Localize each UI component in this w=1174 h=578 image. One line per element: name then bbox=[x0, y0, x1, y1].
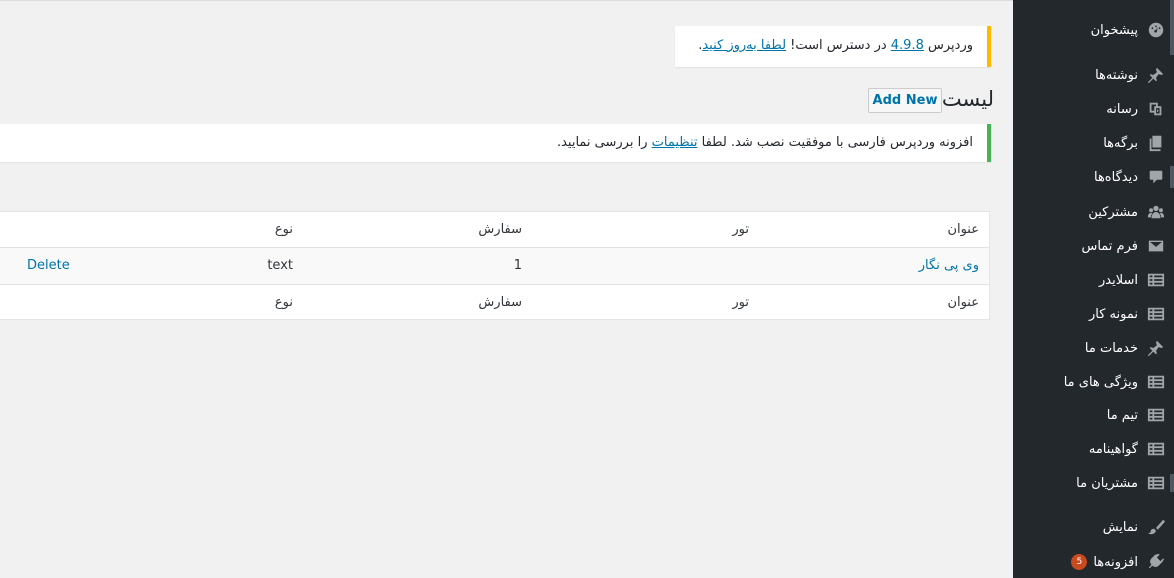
column-footer-title[interactable]: عنوان bbox=[947, 285, 979, 321]
table-row: وی پی نگار 1 text Delete bbox=[0, 248, 989, 284]
dashboard-icon bbox=[1138, 13, 1174, 47]
pin-icon bbox=[1138, 58, 1174, 92]
success-notice-suffix: را بررسی نمایید. bbox=[556, 135, 652, 150]
row-order-cell: 1 bbox=[513, 258, 522, 273]
admin-sidebar: پیشخوان نوشته‌ها رسانه برگه‌ها دیدگاه‌ها… bbox=[1013, 0, 1174, 578]
list-icon bbox=[1138, 297, 1174, 331]
update-notice: وردپرس 4.9.8 در دسترس است! لطفا به‌روز ک… bbox=[675, 26, 991, 67]
plugin-icon bbox=[1138, 545, 1174, 578]
row-title-link[interactable]: وی پی نگار bbox=[919, 248, 979, 284]
comments-icon bbox=[1138, 160, 1174, 194]
pin-icon bbox=[1138, 331, 1174, 365]
settings-link[interactable]: تنظیمات bbox=[652, 135, 698, 150]
list-table: عنوان تور سفارش نوع وی پی نگار 1 text De… bbox=[0, 211, 990, 320]
update-notice-prefix: وردپرس bbox=[923, 38, 973, 53]
delete-link[interactable]: Delete bbox=[27, 248, 70, 284]
column-header-title[interactable]: عنوان bbox=[947, 212, 979, 248]
sidebar-item-label: فرم تماس bbox=[1081, 238, 1138, 254]
update-now-link[interactable]: لطفا به‌روز کنید bbox=[702, 38, 786, 53]
sidebar-item-label: برگه‌ها bbox=[1103, 135, 1138, 151]
sidebar-item-label: تیم ما bbox=[1106, 407, 1138, 423]
page-title: لیست bbox=[941, 87, 994, 111]
sidebar-item-media[interactable]: رسانه bbox=[1013, 92, 1174, 126]
sidebar-item-label: دیدگاه‌ها bbox=[1093, 169, 1138, 185]
table-header-row: عنوان تور سفارش نوع bbox=[0, 212, 989, 248]
sidebar-item-label: مشتریان ما bbox=[1076, 475, 1138, 491]
list-icon bbox=[1138, 466, 1174, 500]
column-header-type[interactable]: نوع bbox=[275, 212, 293, 248]
column-footer-order[interactable]: سفارش bbox=[478, 285, 522, 321]
success-notice-prefix: افزونه وردپرس فارسی با موفقیت نصب شد. لط… bbox=[697, 135, 973, 150]
sidebar-item-subscribers[interactable]: مشترکین bbox=[1013, 195, 1174, 229]
sidebar-item-label: نمایش bbox=[1102, 519, 1138, 535]
list-icon bbox=[1138, 263, 1174, 297]
list-icon bbox=[1138, 365, 1174, 399]
sidebar-item-dashboard[interactable]: پیشخوان bbox=[1013, 13, 1174, 47]
sidebar-item-label: افزونه‌ها bbox=[1093, 554, 1138, 570]
list-icon bbox=[1138, 432, 1174, 466]
add-new-button[interactable]: Add New bbox=[868, 88, 942, 113]
top-divider bbox=[0, 0, 1013, 1]
row-type-cell: text bbox=[267, 258, 293, 273]
column-footer-tour[interactable]: تور bbox=[732, 285, 749, 321]
sidebar-item-label: مشترکین bbox=[1088, 204, 1138, 220]
sidebar-item-posts[interactable]: نوشته‌ها bbox=[1013, 58, 1174, 92]
sidebar-item-label: اسلایدر bbox=[1099, 272, 1138, 288]
sidebar-item-slider[interactable]: اسلایدر bbox=[1013, 263, 1174, 297]
column-header-order[interactable]: سفارش bbox=[478, 212, 522, 248]
list-icon bbox=[1138, 398, 1174, 432]
sidebar-item-portfolio[interactable]: نمونه کار bbox=[1013, 297, 1174, 331]
sidebar-item-label: پیشخوان bbox=[1090, 22, 1138, 38]
sidebar-item-label: نمونه کار bbox=[1089, 306, 1138, 322]
success-notice: افزونه وردپرس فارسی با موفقیت نصب شد. لط… bbox=[0, 124, 991, 162]
pages-icon bbox=[1138, 126, 1174, 160]
sidebar-item-clients[interactable]: مشتریان ما bbox=[1013, 466, 1174, 500]
table-footer-row: عنوان تور سفارش نوع bbox=[0, 284, 989, 320]
main-content: وردپرس 4.9.8 در دسترس است! لطفا به‌روز ک… bbox=[0, 0, 1013, 578]
sidebar-item-appearance[interactable]: نمایش bbox=[1013, 510, 1174, 544]
sidebar-item-label: خدمات ما bbox=[1084, 340, 1138, 356]
sidebar-item-team[interactable]: تیم ما bbox=[1013, 398, 1174, 432]
sidebar-item-features[interactable]: ویژگی های ما bbox=[1013, 365, 1174, 399]
column-header-tour[interactable]: تور bbox=[732, 212, 749, 248]
sidebar-item-label: رسانه bbox=[1106, 101, 1138, 117]
sidebar-item-comments[interactable]: دیدگاه‌ها bbox=[1013, 160, 1174, 194]
sidebar-item-plugins[interactable]: افزونه‌ها 5 bbox=[1013, 545, 1174, 578]
sidebar-item-label: ویژگی های ما bbox=[1063, 374, 1138, 390]
media-icon bbox=[1138, 92, 1174, 126]
sidebar-item-label: گواهینامه bbox=[1088, 441, 1138, 457]
sidebar-item-pages[interactable]: برگه‌ها bbox=[1013, 126, 1174, 160]
sidebar-item-services[interactable]: خدمات ما bbox=[1013, 331, 1174, 365]
update-count-badge: 5 bbox=[1071, 554, 1088, 570]
column-footer-type[interactable]: نوع bbox=[275, 285, 293, 321]
update-notice-middle: در دسترس است! bbox=[786, 38, 891, 53]
groups-icon bbox=[1138, 195, 1174, 229]
mail-icon bbox=[1138, 229, 1174, 263]
sidebar-item-label: نوشته‌ها bbox=[1095, 67, 1138, 83]
sidebar-item-certificates[interactable]: گواهینامه bbox=[1013, 432, 1174, 466]
version-link[interactable]: 4.9.8 bbox=[891, 38, 924, 53]
sidebar-item-contact-form[interactable]: فرم تماس bbox=[1013, 229, 1174, 263]
brush-icon bbox=[1138, 510, 1174, 544]
